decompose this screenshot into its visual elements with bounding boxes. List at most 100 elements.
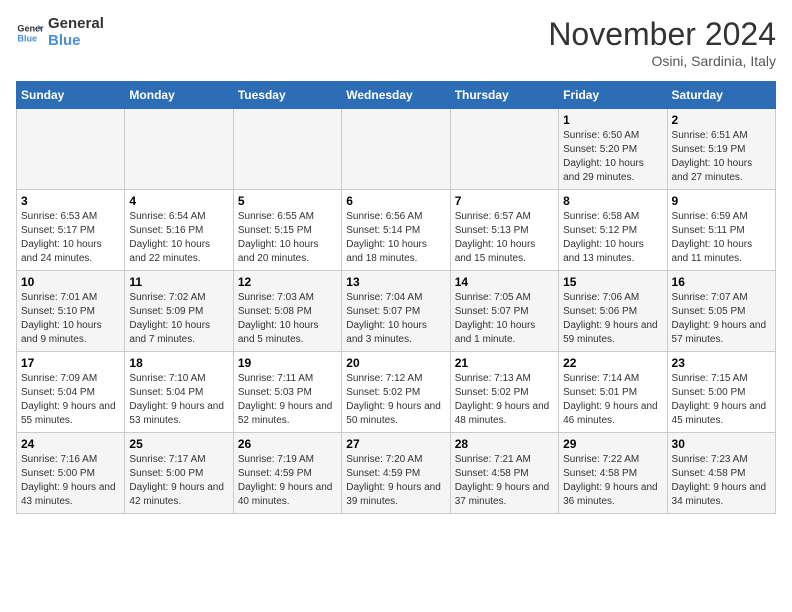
weekday-header: Sunday: [17, 82, 125, 109]
logo-icon: General Blue: [16, 19, 44, 47]
calendar-cell: 1 Sunrise: 6:50 AM Sunset: 5:20 PM Daylig…: [559, 109, 667, 190]
day-number: 8: [563, 194, 662, 208]
calendar-cell: 21 Sunrise: 7:13 AM Sunset: 5:02 PM Dayli…: [450, 352, 558, 433]
calendar-week-row: 24 Sunrise: 7:16 AM Sunset: 5:00 PM Dayli…: [17, 433, 776, 514]
day-info: Sunrise: 7:23 AM Sunset: 4:58 PM Dayligh…: [672, 453, 771, 509]
weekday-header: Monday: [125, 82, 233, 109]
day-info: Sunrise: 6:55 AM Sunset: 5:15 PM Dayligh…: [238, 210, 337, 266]
day-number: 9: [672, 194, 771, 208]
day-info: Sunrise: 7:22 AM Sunset: 4:58 PM Dayligh…: [563, 453, 662, 509]
day-number: 17: [21, 356, 120, 370]
day-info: Sunrise: 6:56 AM Sunset: 5:14 PM Dayligh…: [346, 210, 445, 266]
day-info: Sunrise: 6:54 AM Sunset: 5:16 PM Dayligh…: [129, 210, 228, 266]
day-number: 13: [346, 275, 445, 289]
calendar-week-row: 3 Sunrise: 6:53 AM Sunset: 5:17 PM Daylig…: [17, 190, 776, 271]
day-info: Sunrise: 7:09 AM Sunset: 5:04 PM Dayligh…: [21, 372, 120, 428]
day-number: 21: [455, 356, 554, 370]
calendar-cell: 6 Sunrise: 6:56 AM Sunset: 5:14 PM Daylig…: [342, 190, 450, 271]
location: Osini, Sardinia, Italy: [548, 53, 776, 69]
day-number: 26: [238, 437, 337, 451]
day-number: 3: [21, 194, 120, 208]
day-number: 29: [563, 437, 662, 451]
calendar-cell: 24 Sunrise: 7:16 AM Sunset: 5:00 PM Dayli…: [17, 433, 125, 514]
day-number: 4: [129, 194, 228, 208]
day-info: Sunrise: 6:58 AM Sunset: 5:12 PM Dayligh…: [563, 210, 662, 266]
day-number: 11: [129, 275, 228, 289]
day-number: 15: [563, 275, 662, 289]
day-number: 12: [238, 275, 337, 289]
day-info: Sunrise: 7:04 AM Sunset: 5:07 PM Dayligh…: [346, 291, 445, 347]
day-number: 10: [21, 275, 120, 289]
day-info: Sunrise: 6:51 AM Sunset: 5:19 PM Dayligh…: [672, 129, 771, 185]
calendar-cell: 18 Sunrise: 7:10 AM Sunset: 5:04 PM Dayli…: [125, 352, 233, 433]
day-info: Sunrise: 7:10 AM Sunset: 5:04 PM Dayligh…: [129, 372, 228, 428]
calendar-cell: [450, 109, 558, 190]
day-info: Sunrise: 7:14 AM Sunset: 5:01 PM Dayligh…: [563, 372, 662, 428]
calendar-cell: 3 Sunrise: 6:53 AM Sunset: 5:17 PM Daylig…: [17, 190, 125, 271]
day-number: 6: [346, 194, 445, 208]
calendar-cell: 20 Sunrise: 7:12 AM Sunset: 5:02 PM Dayli…: [342, 352, 450, 433]
calendar-cell: 9Sunrise: 6:59 AM Sunset: 5:11 PM Daylig…: [667, 190, 775, 271]
calendar-week-row: 1 Sunrise: 6:50 AM Sunset: 5:20 PM Daylig…: [17, 109, 776, 190]
day-number: 18: [129, 356, 228, 370]
day-info: Sunrise: 7:20 AM Sunset: 4:59 PM Dayligh…: [346, 453, 445, 509]
day-number: 25: [129, 437, 228, 451]
weekday-header: Saturday: [667, 82, 775, 109]
day-info: Sunrise: 6:57 AM Sunset: 5:13 PM Dayligh…: [455, 210, 554, 266]
day-info: Sunrise: 7:01 AM Sunset: 5:10 PM Dayligh…: [21, 291, 120, 347]
calendar-cell: 13 Sunrise: 7:04 AM Sunset: 5:07 PM Dayli…: [342, 271, 450, 352]
calendar-cell: 14Sunrise: 7:05 AM Sunset: 5:07 PM Dayli…: [450, 271, 558, 352]
day-number: 19: [238, 356, 337, 370]
calendar-cell: 12 Sunrise: 7:03 AM Sunset: 5:08 PM Dayli…: [233, 271, 341, 352]
weekday-header: Thursday: [450, 82, 558, 109]
calendar-cell: [17, 109, 125, 190]
day-number: 22: [563, 356, 662, 370]
logo-line1: General: [48, 16, 104, 33]
calendar-cell: 16 Sunrise: 7:07 AM Sunset: 5:05 PM Dayli…: [667, 271, 775, 352]
day-info: Sunrise: 6:50 AM Sunset: 5:20 PM Dayligh…: [563, 129, 662, 185]
day-number: 27: [346, 437, 445, 451]
month-title: November 2024: [548, 16, 776, 53]
day-info: Sunrise: 6:53 AM Sunset: 5:17 PM Dayligh…: [21, 210, 120, 266]
calendar-cell: 19Sunrise: 7:11 AM Sunset: 5:03 PM Dayli…: [233, 352, 341, 433]
calendar-cell: [233, 109, 341, 190]
day-info: Sunrise: 7:07 AM Sunset: 5:05 PM Dayligh…: [672, 291, 771, 347]
calendar-cell: 5Sunrise: 6:55 AM Sunset: 5:15 PM Daylig…: [233, 190, 341, 271]
weekday-header: Friday: [559, 82, 667, 109]
page-header: General Blue General Blue November 2024 …: [16, 16, 776, 69]
weekday-header-row: SundayMondayTuesdayWednesdayThursdayFrid…: [17, 82, 776, 109]
calendar-cell: 25 Sunrise: 7:17 AM Sunset: 5:00 PM Dayli…: [125, 433, 233, 514]
calendar-cell: 27 Sunrise: 7:20 AM Sunset: 4:59 PM Dayli…: [342, 433, 450, 514]
calendar-cell: 15 Sunrise: 7:06 AM Sunset: 5:06 PM Dayli…: [559, 271, 667, 352]
calendar-cell: 8 Sunrise: 6:58 AM Sunset: 5:12 PM Daylig…: [559, 190, 667, 271]
day-number: 7: [455, 194, 554, 208]
calendar-cell: 7 Sunrise: 6:57 AM Sunset: 5:13 PM Daylig…: [450, 190, 558, 271]
day-info: Sunrise: 7:13 AM Sunset: 5:02 PM Dayligh…: [455, 372, 554, 428]
day-info: Sunrise: 7:21 AM Sunset: 4:58 PM Dayligh…: [455, 453, 554, 509]
title-block: November 2024 Osini, Sardinia, Italy: [548, 16, 776, 69]
calendar-cell: 30Sunrise: 7:23 AM Sunset: 4:58 PM Dayli…: [667, 433, 775, 514]
day-number: 24: [21, 437, 120, 451]
logo: General Blue General Blue: [16, 16, 104, 49]
calendar-cell: 28 Sunrise: 7:21 AM Sunset: 4:58 PM Dayli…: [450, 433, 558, 514]
logo-line2: Blue: [48, 33, 104, 50]
day-number: 20: [346, 356, 445, 370]
calendar-table: SundayMondayTuesdayWednesdayThursdayFrid…: [16, 81, 776, 514]
calendar-cell: 2 Sunrise: 6:51 AM Sunset: 5:19 PM Daylig…: [667, 109, 775, 190]
calendar-cell: 22 Sunrise: 7:14 AM Sunset: 5:01 PM Dayli…: [559, 352, 667, 433]
calendar-cell: [342, 109, 450, 190]
day-info: Sunrise: 7:06 AM Sunset: 5:06 PM Dayligh…: [563, 291, 662, 347]
day-number: 28: [455, 437, 554, 451]
day-info: Sunrise: 7:17 AM Sunset: 5:00 PM Dayligh…: [129, 453, 228, 509]
day-info: Sunrise: 7:05 AM Sunset: 5:07 PM Dayligh…: [455, 291, 554, 347]
day-number: 1: [563, 113, 662, 127]
day-info: Sunrise: 7:03 AM Sunset: 5:08 PM Dayligh…: [238, 291, 337, 347]
day-info: Sunrise: 7:12 AM Sunset: 5:02 PM Dayligh…: [346, 372, 445, 428]
day-number: 16: [672, 275, 771, 289]
calendar-cell: 26Sunrise: 7:19 AM Sunset: 4:59 PM Dayli…: [233, 433, 341, 514]
day-info: Sunrise: 7:16 AM Sunset: 5:00 PM Dayligh…: [21, 453, 120, 509]
calendar-week-row: 17 Sunrise: 7:09 AM Sunset: 5:04 PM Dayli…: [17, 352, 776, 433]
calendar-cell: 4 Sunrise: 6:54 AM Sunset: 5:16 PM Daylig…: [125, 190, 233, 271]
day-number: 2: [672, 113, 771, 127]
calendar-cell: 11Sunrise: 7:02 AM Sunset: 5:09 PM Dayli…: [125, 271, 233, 352]
